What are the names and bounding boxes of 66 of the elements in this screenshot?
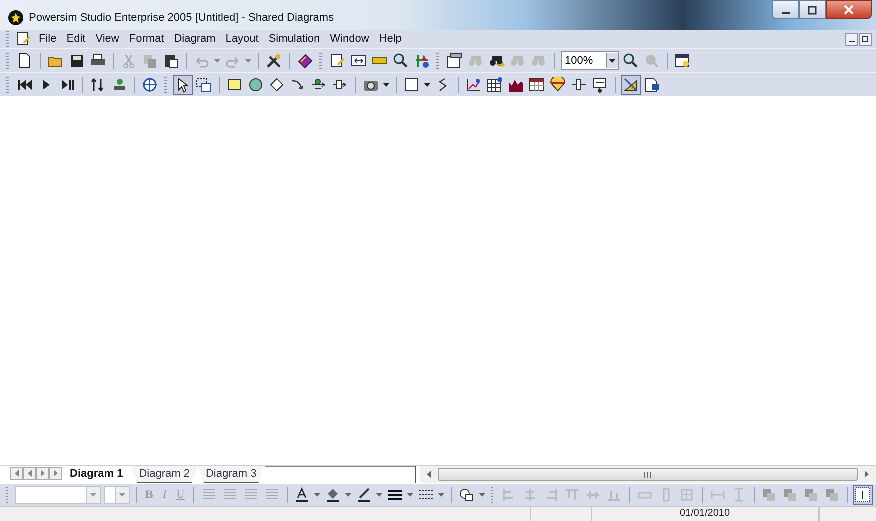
grid-icon[interactable]: [854, 486, 872, 504]
close-icon: [843, 4, 855, 14]
minimize-icon: [782, 12, 790, 14]
magnifier-icon[interactable]: [392, 52, 410, 70]
restore-icon: [862, 35, 870, 43]
toolbar-grip[interactable]: [6, 31, 9, 47]
crosshair-icon[interactable]: [141, 76, 159, 94]
menu-item[interactable]: File: [35, 32, 61, 46]
toolbar-grip[interactable]: [6, 52, 9, 68]
tab-scroll-button[interactable]: [49, 467, 62, 480]
sheet-tab[interactable]: Diagram 3: [198, 466, 265, 483]
app-icon: [8, 10, 24, 26]
scroll-thumb[interactable]: [438, 468, 858, 481]
tools-icon[interactable]: [265, 52, 283, 70]
document-icon[interactable]: [15, 30, 33, 48]
calendar-icon[interactable]: [528, 76, 546, 94]
zoom-field[interactable]: 100%: [561, 51, 619, 70]
menu-item[interactable]: Window: [326, 32, 374, 46]
document-icon[interactable]: [643, 76, 661, 94]
toolbar-grip[interactable]: [164, 76, 167, 92]
sheet-tab[interactable]: Diagram 2: [131, 466, 198, 483]
right-arrow-icon[interactable]: [864, 471, 870, 478]
toolbar-grip[interactable]: [6, 76, 9, 92]
magnifier-icon[interactable]: [622, 52, 640, 70]
minimize-button[interactable]: [772, 0, 799, 19]
menu-item[interactable]: Simulation: [264, 32, 324, 46]
toolbar-grip[interactable]: [436, 52, 439, 68]
toolbar-grip[interactable]: [319, 52, 322, 68]
table-icon[interactable]: [486, 76, 504, 94]
tab-scroll-button[interactable]: [36, 467, 49, 480]
tab-scroll-button[interactable]: [10, 467, 23, 480]
close-button[interactable]: [826, 0, 872, 19]
horizontal-scrollbar[interactable]: [420, 466, 876, 483]
page-edit-icon[interactable]: [329, 52, 347, 70]
window-icon[interactable]: [674, 52, 692, 70]
circle-icon[interactable]: [247, 76, 265, 94]
caret-icon: [90, 493, 98, 497]
left-arrow-icon[interactable]: [426, 471, 432, 478]
square-icon[interactable]: [403, 76, 421, 94]
status-date: 01/01/2010: [592, 507, 819, 521]
caret-icon[interactable]: [383, 82, 390, 86]
menu-item[interactable]: Diagram: [170, 32, 220, 46]
window-title: Powersim Studio Enterprise 2005 [Untitled] - Shared Diagrams: [29, 12, 334, 24]
size-combo[interactable]: [104, 486, 130, 504]
restore-button[interactable]: [799, 0, 826, 19]
tab-scroll-button[interactable]: [23, 467, 36, 480]
caret-icon: [119, 493, 126, 497]
properties-icon[interactable]: [446, 52, 464, 70]
menu-item[interactable]: Help: [375, 32, 406, 46]
shapes-icon[interactable]: [458, 486, 476, 504]
select-icon[interactable]: [195, 76, 213, 94]
menu-item[interactable]: Edit: [62, 32, 90, 46]
restore-button[interactable]: [859, 32, 872, 46]
diamond-icon[interactable]: [268, 76, 286, 94]
caret-icon: [609, 58, 616, 62]
toolbar-grip[interactable]: [491, 487, 494, 503]
toolbar-grip[interactable]: [6, 487, 8, 503]
pointer-icon[interactable]: [174, 76, 192, 94]
grip-icon: [644, 472, 652, 478]
menu-item[interactable]: Layout: [222, 32, 263, 46]
menu-item[interactable]: View: [92, 32, 124, 46]
menu-item[interactable]: Format: [125, 32, 168, 46]
gauge-icon[interactable]: [549, 76, 567, 94]
caret-icon[interactable]: [424, 82, 431, 86]
minimize-button[interactable]: [845, 32, 858, 46]
restore-icon: [808, 4, 818, 14]
